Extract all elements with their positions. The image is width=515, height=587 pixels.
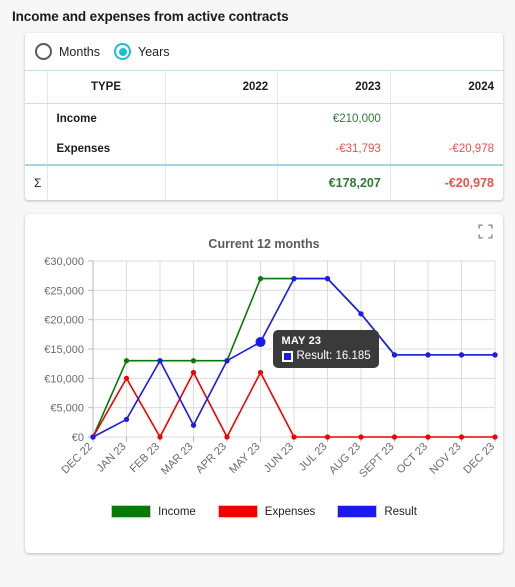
x-axis-tick-label: SEPT 23 xyxy=(357,441,396,480)
data-point[interactable] xyxy=(123,358,130,364)
table-total-row: Σ €178,207 -€20,978 xyxy=(25,164,503,200)
th-2024: 2024 xyxy=(390,71,503,104)
cell-income-2022 xyxy=(165,103,279,134)
data-point[interactable] xyxy=(358,311,364,317)
page-title: Income and expenses from active contract… xyxy=(12,9,289,24)
summary-card: Months Years TYPE 2022 2023 2024 Income xyxy=(25,33,503,200)
chart-title: Current 12 months xyxy=(208,237,320,251)
data-point[interactable] xyxy=(255,337,266,348)
table-header-row: TYPE 2022 2023 2024 xyxy=(25,71,503,104)
total-2022 xyxy=(165,164,279,200)
data-point[interactable] xyxy=(190,369,197,376)
total-type-cell xyxy=(47,164,166,200)
data-point[interactable] xyxy=(492,352,498,358)
data-point[interactable] xyxy=(123,416,130,422)
fullscreen-expand-icon[interactable] xyxy=(478,224,493,239)
row-type-expenses: Expenses xyxy=(47,134,166,165)
th-type: TYPE xyxy=(47,71,166,104)
data-point[interactable] xyxy=(391,352,398,358)
radio-years-icon[interactable] xyxy=(114,43,131,60)
data-point[interactable] xyxy=(358,434,364,440)
total-2024: -€20,978 xyxy=(390,164,503,200)
data-point[interactable] xyxy=(257,369,264,376)
data-point[interactable] xyxy=(123,375,130,381)
data-point[interactable] xyxy=(458,352,465,358)
financial-summary-table: TYPE 2022 2023 2024 Income €210,000 Expe… xyxy=(25,71,503,200)
th-2023: 2023 xyxy=(277,71,391,104)
cell-expenses-2022 xyxy=(165,134,279,165)
data-point[interactable] xyxy=(291,434,297,440)
x-axis-tick-label: DEC 23 xyxy=(461,441,497,477)
data-point[interactable] xyxy=(257,276,264,282)
data-point[interactable] xyxy=(190,358,197,364)
x-axis-tick-label: NOV 23 xyxy=(427,441,463,477)
period-toggle-group[interactable]: Months Years xyxy=(25,33,503,71)
radio-months-icon[interactable] xyxy=(35,43,52,60)
data-point[interactable] xyxy=(291,276,297,282)
total-2023: €178,207 xyxy=(277,164,391,200)
radio-option-years[interactable]: Years xyxy=(114,43,170,60)
th-blank xyxy=(25,71,48,104)
data-point[interactable] xyxy=(492,434,498,440)
x-axis-tick-label: MAY 23 xyxy=(227,441,262,476)
y-axis-tick-label: €10,000 xyxy=(44,373,84,385)
table-body: Income €210,000 Expenses -€31,793 -€20,9… xyxy=(25,103,503,165)
y-axis-tick-label: €25,000 xyxy=(44,285,84,297)
x-axis-tick-label: APR 23 xyxy=(194,441,229,476)
radio-months-label: Months xyxy=(59,44,100,59)
x-axis-tick-label: JAN 23 xyxy=(95,441,129,475)
data-point[interactable] xyxy=(224,358,230,364)
data-point[interactable] xyxy=(157,358,163,364)
cell-income-2023: €210,000 xyxy=(277,103,391,134)
cell-expenses-2023: -€31,793 xyxy=(277,134,391,165)
x-axis-tick-label: MAR 23 xyxy=(159,441,196,478)
y-axis-tick-label: €0 xyxy=(72,432,84,444)
data-point[interactable] xyxy=(391,434,398,440)
table-footer: Σ €178,207 -€20,978 xyxy=(25,164,503,200)
x-axis-tick-label: FEB 23 xyxy=(128,441,162,475)
y-axis-tick-label: €30,000 xyxy=(44,256,84,268)
row-sigma-cell xyxy=(25,103,48,134)
data-point[interactable] xyxy=(90,434,96,440)
table-header: TYPE 2022 2023 2024 xyxy=(25,71,503,104)
data-point[interactable] xyxy=(458,434,465,440)
data-point[interactable] xyxy=(190,422,197,428)
x-axis-tick-label: JUN 23 xyxy=(262,441,296,475)
chart-card: Current 12 months €0 €5,000 €10,000 €15,000… xyxy=(25,214,503,553)
data-point[interactable] xyxy=(324,434,331,440)
x-axis-tick-label: OCT 23 xyxy=(395,441,431,477)
y-axis-tick-label: €15,000 xyxy=(44,344,84,356)
data-point[interactable] xyxy=(425,434,431,440)
data-point[interactable] xyxy=(324,276,331,282)
chart-plot-area[interactable]: €0 €5,000 €10,000 €15,000 €20,000 €25,000 €30,… xyxy=(25,251,503,509)
cell-expenses-2024: -€20,978 xyxy=(448,143,494,155)
y-axis-tick-label: €20,000 xyxy=(44,315,84,327)
cell-income-2024 xyxy=(390,104,503,135)
radio-option-months[interactable]: Months xyxy=(35,43,100,60)
data-point[interactable] xyxy=(425,352,431,358)
table-row[interactable]: Expenses -€31,793 -€20,978 xyxy=(25,134,503,165)
table-row[interactable]: Income €210,000 xyxy=(25,103,503,135)
row-type-income: Income xyxy=(47,103,166,134)
data-point[interactable] xyxy=(157,434,163,440)
th-2022: 2022 xyxy=(165,71,279,104)
x-axis-tick-label: JUL 23 xyxy=(297,441,330,474)
line-chart-svg[interactable]: €0 €5,000 €10,000 €15,000 €20,000 €25,000 €30,… xyxy=(25,251,503,509)
x-axis-tick-label: DEC 22 xyxy=(59,441,95,477)
y-axis-tick-label: €5,000 xyxy=(50,403,84,415)
row-sigma-cell xyxy=(25,134,48,165)
sigma-symbol: Σ xyxy=(25,164,48,200)
data-point[interactable] xyxy=(224,434,230,440)
radio-years-label: Years xyxy=(138,44,170,59)
